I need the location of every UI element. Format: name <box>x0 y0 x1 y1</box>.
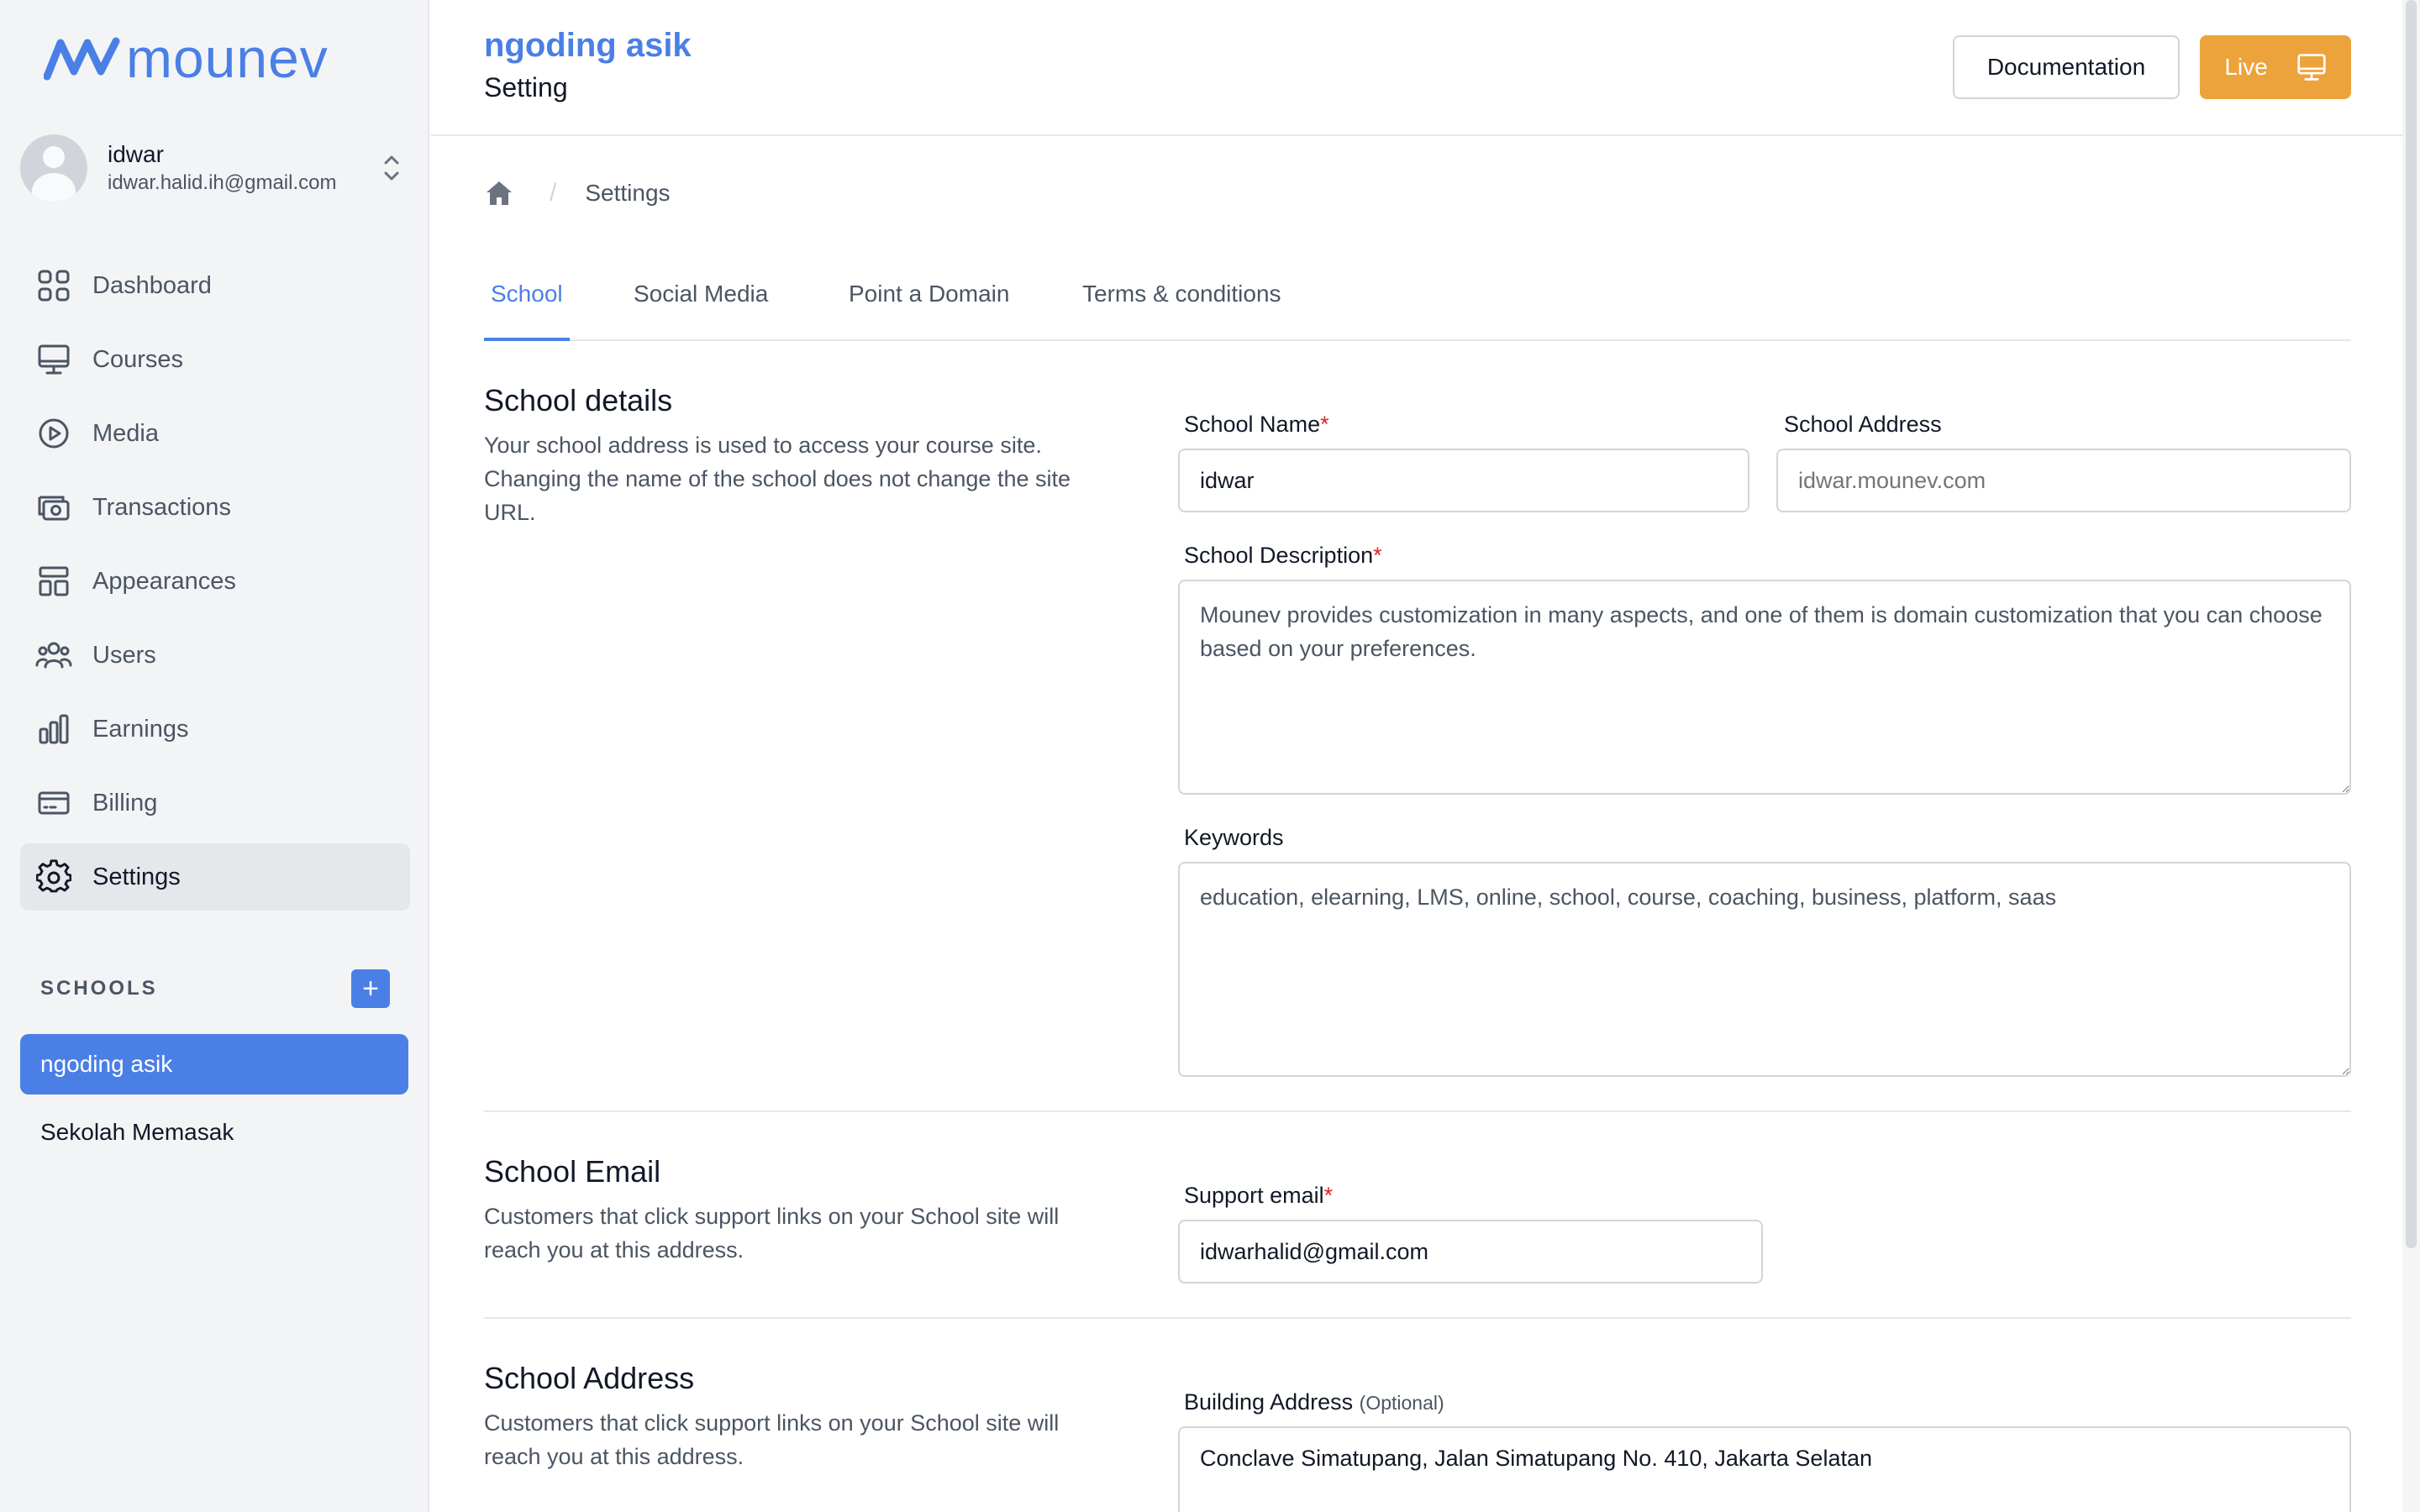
support-email-label: Support email* <box>1184 1183 1334 1208</box>
school-item-sekolah-memasak[interactable]: Sekolah Memasak <box>20 1102 408 1163</box>
add-school-button[interactable]: + <box>351 969 390 1008</box>
sidebar-item-media[interactable]: Media <box>20 400 410 467</box>
school-details-description: Your school address is used to access yo… <box>484 433 1071 525</box>
sidebar-item-appearances[interactable]: Appearances <box>20 548 410 615</box>
building-address-input[interactable] <box>1178 1426 2351 1512</box>
layout-icon <box>35 563 72 600</box>
user-email: idwar.halid.ih@gmail.com <box>108 171 337 194</box>
sidebar-item-label: Transactions <box>92 493 231 521</box>
sidebar-item-users[interactable]: Users <box>20 622 410 689</box>
school-address-label: School Address <box>1784 412 1942 437</box>
documentation-button[interactable]: Documentation <box>1953 35 2180 99</box>
brand-name: mounev <box>126 27 329 89</box>
school-details-title: School details <box>484 383 673 417</box>
sidebar-item-courses[interactable]: Courses <box>20 326 410 393</box>
sidebar-item-label: Earnings <box>92 715 189 743</box>
sidebar-item-label: Media <box>92 419 159 447</box>
sidebar-item-billing[interactable]: Billing <box>20 769 410 837</box>
scrollbar-thumb[interactable] <box>2406 0 2417 1248</box>
monitor-icon <box>2297 54 2326 81</box>
keywords-label: Keywords <box>1184 825 1284 850</box>
breadcrumb: / Settings <box>484 176 671 210</box>
user-switcher[interactable]: idwar idwar.halid.ih@gmail.com <box>20 133 410 203</box>
section-divider <box>484 1110 2351 1112</box>
chevron-up-down-icon[interactable] <box>381 151 402 185</box>
live-button[interactable]: Live <box>2200 35 2351 99</box>
home-icon[interactable] <box>484 178 514 208</box>
school-email-title: School Email <box>484 1154 661 1189</box>
gear-icon <box>35 858 72 895</box>
sidebar-item-label: Settings <box>92 863 181 890</box>
user-name: idwar <box>108 141 164 167</box>
cash-icon <box>35 489 72 526</box>
sidebar-item-dashboard[interactable]: Dashboard <box>20 252 410 319</box>
sidebar-item-label: Dashboard <box>92 271 212 299</box>
monitor-icon <box>35 341 72 378</box>
school-name-label: School Name* <box>1184 412 1329 437</box>
schools-header: SCHOOLS + <box>40 969 390 1008</box>
sidebar-item-label: Courses <box>92 345 183 373</box>
section-divider <box>484 1317 2351 1319</box>
school-address-title: School Address <box>484 1361 695 1395</box>
sidebar-item-earnings[interactable]: Earnings <box>20 696 410 763</box>
mounev-logo-icon <box>44 37 120 81</box>
breadcrumb-separator: / <box>550 179 557 207</box>
grid-icon <box>35 267 72 304</box>
school-name-input[interactable] <box>1178 449 1749 512</box>
sidebar-item-transactions[interactable]: Transactions <box>20 474 410 541</box>
breadcrumb-current: Settings <box>585 180 671 206</box>
avatar <box>20 134 87 202</box>
sidebar-item-label: Billing <box>92 789 158 816</box>
top-header: ngoding asik Setting Documentation Live <box>431 0 2402 136</box>
sidebar-item-settings[interactable]: Settings <box>20 843 410 911</box>
school-description-textarea[interactable]: Mounev provides customization in many as… <box>1178 580 2351 795</box>
support-email-input[interactable] <box>1178 1220 1763 1284</box>
page-scrollbar[interactable] <box>2402 0 2420 1512</box>
school-address-description: Customers that click support links on yo… <box>484 1410 1060 1469</box>
school-item-ngoding-asik[interactable]: ngoding asik <box>20 1034 408 1095</box>
bar-chart-icon <box>35 711 72 748</box>
play-circle-icon <box>35 415 72 452</box>
live-button-label: Live <box>2224 54 2268 80</box>
sidebar-item-label: Users <box>92 641 156 669</box>
sidebar: mounev idwar idwar.halid.ih@gmail.com Da… <box>0 0 429 1512</box>
sidebar-item-label: Appearances <box>92 567 236 595</box>
schools-title: SCHOOLS <box>40 977 158 1000</box>
tab-social-media[interactable]: Social Media <box>627 281 775 341</box>
school-email-description: Customers that click support links on yo… <box>484 1204 1060 1263</box>
tab-point-a-domain[interactable]: Point a Domain <box>842 281 1016 341</box>
building-address-label: Building Address (Optional) <box>1184 1389 1444 1415</box>
tab-terms-conditions[interactable]: Terms & conditions <box>1076 281 1288 341</box>
school-description-label: School Description* <box>1184 543 1382 568</box>
page-title: Setting <box>484 72 568 102</box>
users-icon <box>35 637 72 674</box>
logo[interactable]: mounev <box>44 30 329 86</box>
keywords-textarea[interactable]: education, elearning, LMS, online, schoo… <box>1178 862 2351 1077</box>
credit-card-icon <box>35 785 72 822</box>
settings-tabs: School Social Media Point a Domain Terms… <box>484 269 2351 341</box>
current-school-title: ngoding asik <box>484 27 692 64</box>
tab-school[interactable]: School <box>484 281 570 341</box>
school-address-input[interactable] <box>1776 449 2351 512</box>
sidebar-nav: Dashboard Courses Media Transactions App… <box>20 252 410 917</box>
